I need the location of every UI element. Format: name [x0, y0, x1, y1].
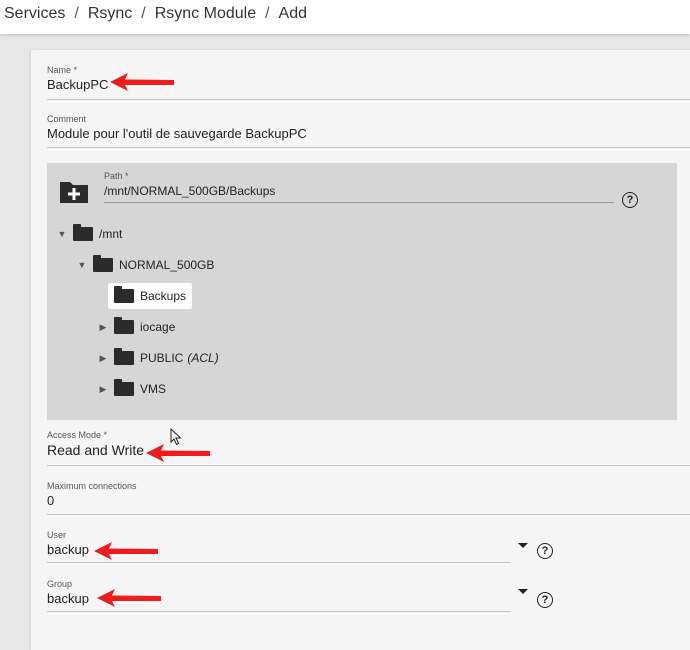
- annotation-arrow-icon: [110, 73, 174, 91]
- breadcrumb: Services / Rsync / Rsync Module / Add: [0, 0, 690, 34]
- breadcrumb-separator: /: [141, 5, 146, 22]
- tree-node-suffix: (ACL): [187, 351, 219, 365]
- caret-down-icon[interactable]: ▼: [77, 260, 87, 270]
- breadcrumb-rsync-module[interactable]: Rsync Module: [155, 5, 256, 22]
- tree-node-label: iocage: [140, 320, 176, 334]
- tree-node-public[interactable]: ▶ PUBLIC (ACL): [98, 347, 219, 369]
- path-input[interactable]: /mnt/NORMAL_500GB/Backups: [104, 182, 614, 200]
- caret-down-icon[interactable]: ▼: [57, 229, 67, 239]
- folder-add-icon[interactable]: [58, 179, 90, 205]
- breadcrumb-add: Add: [278, 5, 308, 22]
- folder-icon: [73, 224, 93, 241]
- max-connections-label: Maximum connections: [47, 481, 137, 491]
- path-underline: [104, 202, 614, 203]
- tree-node-mnt[interactable]: ▼ /mnt: [57, 223, 122, 245]
- tree-node-label: NORMAL_500GB: [119, 258, 215, 272]
- path-label: Path *: [104, 171, 129, 181]
- user-help-icon[interactable]: ?: [537, 543, 553, 559]
- tree-node-label: PUBLIC: [140, 351, 184, 365]
- tree-node-label: /mnt: [99, 227, 123, 241]
- group-dropdown-icon[interactable]: [518, 589, 528, 594]
- max-connections-input[interactable]: 0: [47, 492, 690, 510]
- folder-icon: [114, 348, 134, 365]
- breadcrumb-services[interactable]: Services: [4, 5, 65, 22]
- user-label: User: [47, 530, 67, 540]
- caret-right-icon[interactable]: ▶: [98, 384, 108, 395]
- folder-icon: [114, 379, 134, 396]
- comment-input[interactable]: Module pour l'outil de sauvegarde Backup…: [47, 125, 690, 143]
- breadcrumb-separator: /: [74, 5, 79, 22]
- comment-label: Comment: [47, 114, 87, 124]
- tree-node-label: VMS: [140, 382, 167, 396]
- caret-right-icon[interactable]: ▶: [98, 322, 108, 333]
- name-underline: [47, 99, 690, 100]
- caret-right-icon[interactable]: ▶: [98, 353, 108, 364]
- folder-icon: [114, 317, 134, 334]
- mouse-cursor-icon: [170, 428, 182, 446]
- user-underline: [47, 562, 511, 563]
- max-connections-field[interactable]: Maximum connections 0: [47, 480, 690, 515]
- annotation-arrow-icon: [97, 589, 161, 607]
- max-connections-underline: [47, 514, 690, 515]
- group-help-icon[interactable]: ?: [537, 592, 553, 608]
- group-underline: [47, 611, 511, 612]
- annotation-arrow-icon: [146, 444, 210, 462]
- comment-field[interactable]: Comment Module pour l'outil de sauvegard…: [47, 113, 690, 148]
- tree-node-iocage[interactable]: ▶ iocage: [98, 316, 175, 338]
- breadcrumb-separator: /: [265, 5, 270, 22]
- tree-node-normal500gb[interactable]: ▼ NORMAL_500GB: [77, 254, 214, 276]
- tree-node-backups[interactable]: Backups: [108, 283, 193, 309]
- user-dropdown-icon[interactable]: [518, 543, 528, 548]
- breadcrumb-rsync[interactable]: Rsync: [88, 5, 132, 22]
- path-help-icon[interactable]: ?: [622, 192, 638, 208]
- access-mode-underline: [47, 465, 690, 466]
- folder-icon: [114, 286, 134, 303]
- tree-node-vms[interactable]: ▶ VMS: [98, 378, 166, 400]
- tree-node-label: Backups: [140, 289, 187, 303]
- access-mode-label: Access Mode *: [47, 430, 108, 440]
- path-explorer: Path * /mnt/NORMAL_500GB/Backups ? ▼ /mn…: [47, 163, 677, 420]
- path-field[interactable]: Path * /mnt/NORMAL_500GB/Backups: [104, 170, 614, 203]
- folder-icon: [93, 255, 113, 272]
- annotation-arrow-icon: [94, 542, 158, 560]
- comment-underline: [47, 147, 690, 148]
